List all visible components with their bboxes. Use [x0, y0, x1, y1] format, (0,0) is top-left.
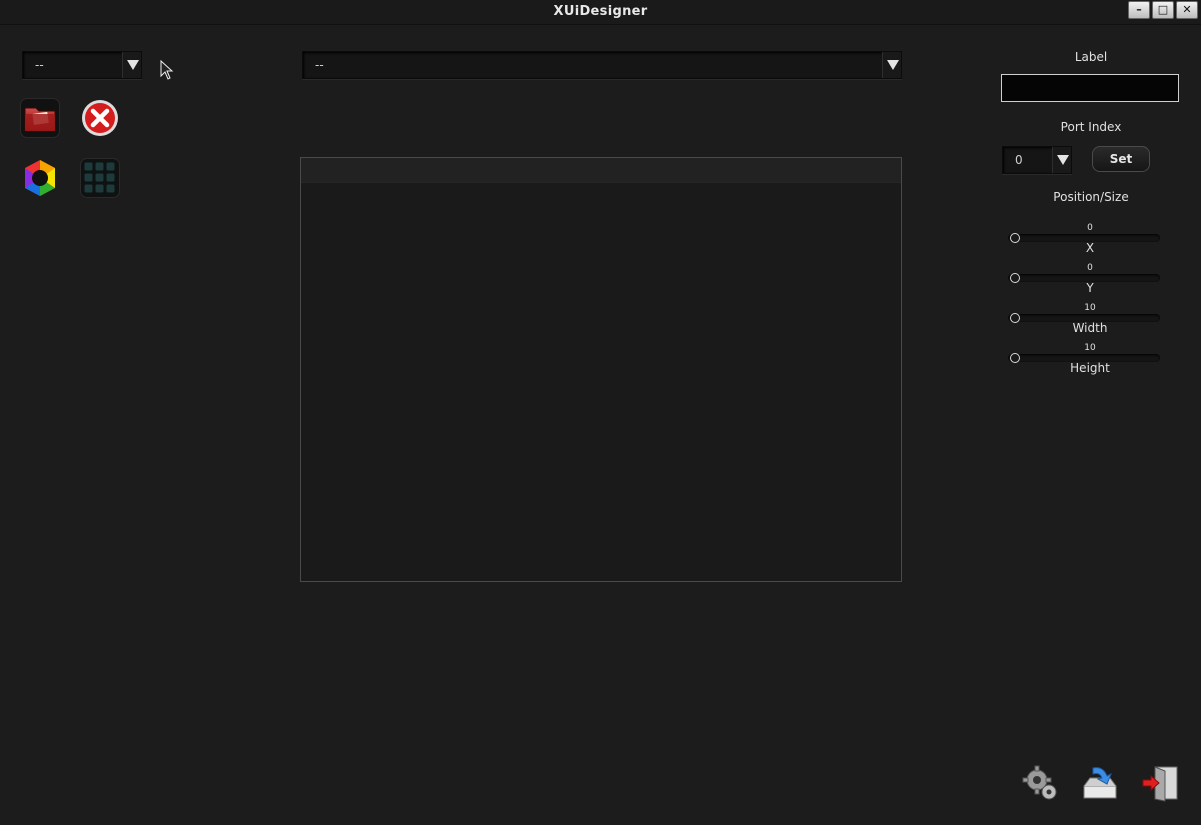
gear-icon[interactable]: [1021, 764, 1059, 802]
maximize-button[interactable]: □: [1152, 1, 1174, 19]
minimize-button[interactable]: –: [1128, 1, 1150, 19]
port-index-heading: Port Index: [1060, 120, 1122, 134]
exit-icon[interactable]: [1141, 764, 1179, 802]
chevron-down-icon[interactable]: [122, 52, 141, 78]
slider-y-label: Y: [1086, 281, 1094, 295]
slider-y-knob[interactable]: [1010, 273, 1020, 283]
chevron-down-icon[interactable]: [882, 52, 901, 78]
mouse-cursor-icon: [160, 60, 174, 80]
position-size-heading: Position/Size: [1053, 190, 1129, 204]
chevron-down-icon[interactable]: [1052, 147, 1071, 173]
close-window-button[interactable]: ✕: [1176, 1, 1198, 19]
color-wheel-icon[interactable]: [21, 159, 59, 197]
slider-width-label: Width: [1072, 321, 1108, 335]
slider-x-knob[interactable]: [1010, 233, 1020, 243]
slider-height-value: 10: [1084, 343, 1096, 353]
folder-icon[interactable]: [21, 99, 59, 137]
window-title: XUiDesigner: [553, 4, 648, 19]
close-circle-icon[interactable]: [81, 99, 119, 137]
label-input[interactable]: [1001, 74, 1179, 102]
port-index-value: 0: [1015, 153, 1023, 167]
slider-x-value: 0: [1087, 223, 1093, 233]
download-icon[interactable]: [1081, 764, 1119, 802]
slider-width-value: 10: [1084, 303, 1096, 313]
slider-height-knob[interactable]: [1010, 353, 1020, 363]
label-heading: Label: [1074, 50, 1108, 64]
grid-icon[interactable]: [81, 159, 119, 197]
widget-type-select[interactable]: --: [22, 51, 142, 79]
widget-type-value: --: [35, 58, 44, 72]
slider-x-label: X: [1085, 241, 1095, 255]
slider-width-knob[interactable]: [1010, 313, 1020, 323]
slider-y-value: 0: [1087, 263, 1093, 273]
plugin-select[interactable]: --: [302, 51, 902, 79]
title-bar: XUiDesigner – □ ✕: [0, 0, 1201, 25]
design-canvas[interactable]: [300, 157, 902, 582]
slider-height-label: Height: [1070, 361, 1110, 375]
canvas-header: [301, 158, 901, 183]
set-button[interactable]: Set: [1092, 146, 1150, 172]
plugin-select-value: --: [315, 58, 324, 72]
port-index-select[interactable]: 0: [1002, 146, 1072, 174]
